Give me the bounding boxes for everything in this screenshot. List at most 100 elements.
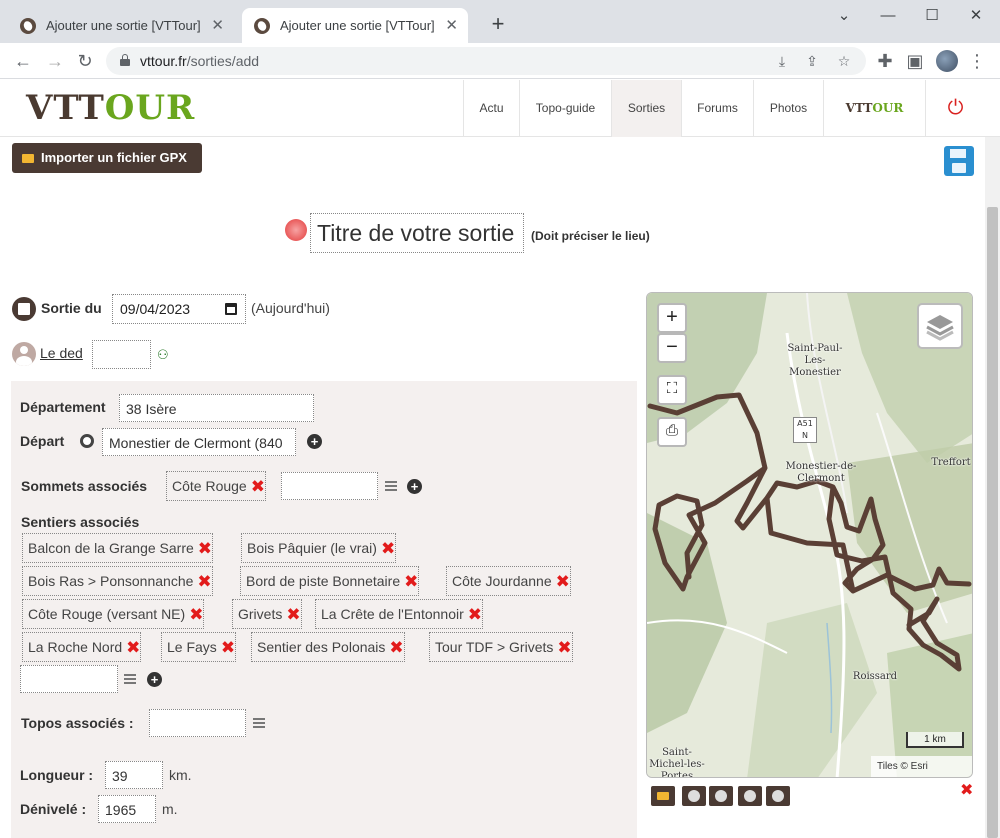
route-map[interactable]: + − ⛶ ⎙ Saint-Paul-Les-Monestier Monesti… — [646, 292, 973, 778]
remove-icon[interactable]: ✖ — [468, 601, 482, 629]
remove-icon[interactable]: ✖ — [557, 634, 571, 662]
remove-icon[interactable]: ✖ — [251, 473, 265, 501]
date-label: Sortie du — [41, 300, 102, 316]
map-folder-icon[interactable] — [651, 786, 675, 806]
list-menu-icon[interactable] — [124, 674, 136, 684]
map-split-icon[interactable] — [738, 786, 762, 806]
browser-tab[interactable]: Ajouter une sortie [VTTour] ✕ — [8, 8, 234, 43]
denivele-input[interactable]: 1965 — [98, 795, 156, 823]
save-floppy-icon[interactable] — [944, 146, 974, 176]
tab-close-icon[interactable]: ✕ — [211, 8, 224, 43]
user-link[interactable]: Le ded — [40, 345, 83, 361]
address-bar[interactable]: vttour.fr/sorties/add ⤓ ⇪ ☆ — [106, 47, 866, 75]
zoom-in-button[interactable]: + — [657, 303, 687, 333]
remove-icon[interactable]: ✖ — [126, 634, 140, 662]
add-sentier-icon[interactable]: + — [147, 672, 162, 687]
remove-icon[interactable]: ✖ — [556, 568, 570, 596]
tab-search-icon[interactable]: ⌄ — [826, 4, 862, 28]
longueur-input[interactable]: 39 — [105, 761, 163, 789]
date-picker-icon[interactable] — [225, 303, 237, 315]
remove-icon[interactable]: ✖ — [389, 634, 403, 662]
remove-icon[interactable]: ✖ — [197, 568, 211, 596]
print-icon[interactable]: ⎙ — [657, 417, 687, 447]
topo-input[interactable] — [149, 709, 246, 737]
nav-topo-guide[interactable]: Topo-guide — [519, 80, 611, 137]
site-logo[interactable]: VTTOUR — [26, 90, 195, 126]
sentier-tag: Le Fays ✖ — [161, 632, 237, 662]
share-icon[interactable]: ⇪ — [802, 51, 822, 71]
departement-select[interactable]: 38 Isère — [119, 394, 314, 422]
sentier-tag: Côte Rouge (versant NE) ✖ — [22, 599, 205, 629]
sentier-tag: Bois Pâquier (le vrai) ✖ — [241, 533, 397, 563]
remove-icon[interactable]: ✖ — [404, 568, 418, 596]
depart-input[interactable]: Monestier de Clermont (840 — [102, 428, 296, 456]
maximize-icon[interactable]: ☐ — [914, 4, 950, 28]
sentier-input[interactable] — [20, 665, 118, 693]
remove-icon[interactable]: ✖ — [189, 601, 203, 629]
sentiers-label: Sentiers associés — [21, 514, 140, 530]
forward-arrow-icon[interactable]: → — [42, 48, 68, 74]
sentier-tag: Balcon de la Grange Sarre ✖ — [22, 533, 214, 563]
date-input[interactable]: 09/04/2023 — [112, 294, 246, 324]
map-close-icon[interactable]: ✖ — [960, 780, 973, 800]
map-direction-icon[interactable] — [766, 786, 790, 806]
fullscreen-icon[interactable]: ⛶ — [657, 375, 687, 405]
tab-title: Ajouter une sortie [VTTour] — [46, 18, 201, 33]
folder-icon — [22, 154, 34, 163]
map-route-icon[interactable] — [682, 786, 706, 806]
tab-close-icon[interactable]: ✕ — [445, 8, 458, 43]
title-hint: (Doit préciser le lieu) — [531, 229, 650, 243]
sommet-input[interactable] — [281, 472, 378, 500]
browser-tab-active[interactable]: Ajouter une sortie [VTTour] ✕ — [242, 8, 468, 43]
scrollbar-thumb[interactable] — [987, 207, 998, 838]
topos-label: Topos associés : — [21, 715, 134, 731]
depart-label: Départ — [20, 433, 65, 449]
add-participant-input[interactable] — [92, 340, 151, 369]
side-panel-icon[interactable]: ▣ — [902, 48, 928, 74]
new-tab-icon[interactable]: + — [486, 10, 510, 38]
denivele-label: Dénivelé : — [20, 801, 87, 817]
sommets-label: Sommets associés — [21, 478, 148, 494]
map-peak-icon[interactable] — [709, 786, 733, 806]
vttour-favicon-icon — [20, 18, 36, 34]
reload-icon[interactable]: ↻ — [72, 48, 98, 74]
window-close-icon[interactable]: ✕ — [958, 4, 994, 28]
add-user-icon[interactable]: ⚇ — [157, 347, 169, 363]
bookmark-star-icon[interactable]: ☆ — [834, 51, 854, 71]
nav-vttour-logo[interactable]: VTTOUR — [823, 80, 925, 137]
extensions-puzzle-icon[interactable]: ✚ — [872, 48, 898, 74]
page-scrollbar[interactable] — [985, 137, 1000, 838]
zoom-out-button[interactable]: − — [657, 333, 687, 363]
locate-target-icon[interactable] — [80, 434, 94, 448]
longueur-label: Longueur : — [20, 767, 94, 783]
calendar-icon — [12, 297, 36, 321]
title-status-icon — [285, 219, 307, 241]
nav-sorties[interactable]: Sorties — [611, 80, 681, 137]
remove-icon[interactable]: ✖ — [286, 601, 300, 629]
back-arrow-icon[interactable]: ← — [10, 48, 36, 74]
sentier-tag: La Roche Nord ✖ — [22, 632, 142, 662]
remove-icon[interactable]: ✖ — [221, 634, 235, 662]
date-hint: (Aujourd'hui) — [251, 300, 330, 316]
nav-photos[interactable]: Photos — [753, 80, 823, 137]
sentier-tag: Tour TDF > Grivets ✖ — [429, 632, 573, 662]
minimize-icon[interactable]: — — [870, 4, 906, 28]
list-menu-icon[interactable] — [253, 718, 265, 728]
add-sommet-icon[interactable]: + — [407, 479, 422, 494]
remove-icon[interactable]: ✖ — [381, 535, 395, 563]
install-icon[interactable]: ⤓ — [772, 51, 792, 71]
import-gpx-button[interactable]: Importer un fichier GPX — [12, 143, 202, 173]
nav-actu[interactable]: Actu — [463, 80, 519, 137]
sommet-tag: Côte Rouge ✖ — [166, 471, 266, 501]
add-depart-icon[interactable]: + — [307, 434, 322, 449]
nav-forums[interactable]: Forums — [681, 80, 753, 137]
browser-menu-icon[interactable]: ⋮ — [964, 48, 990, 74]
title-input[interactable]: Titre de votre sortie — [310, 213, 524, 253]
list-menu-icon[interactable] — [385, 481, 397, 491]
layers-icon[interactable] — [917, 303, 963, 349]
sentier-tag: Bord de piste Bonnetaire ✖ — [240, 566, 420, 596]
remove-icon[interactable]: ✖ — [198, 535, 212, 563]
profile-avatar[interactable] — [936, 50, 958, 72]
logout-power-icon[interactable]: ⏻ — [925, 80, 985, 137]
lock-icon — [120, 54, 130, 66]
